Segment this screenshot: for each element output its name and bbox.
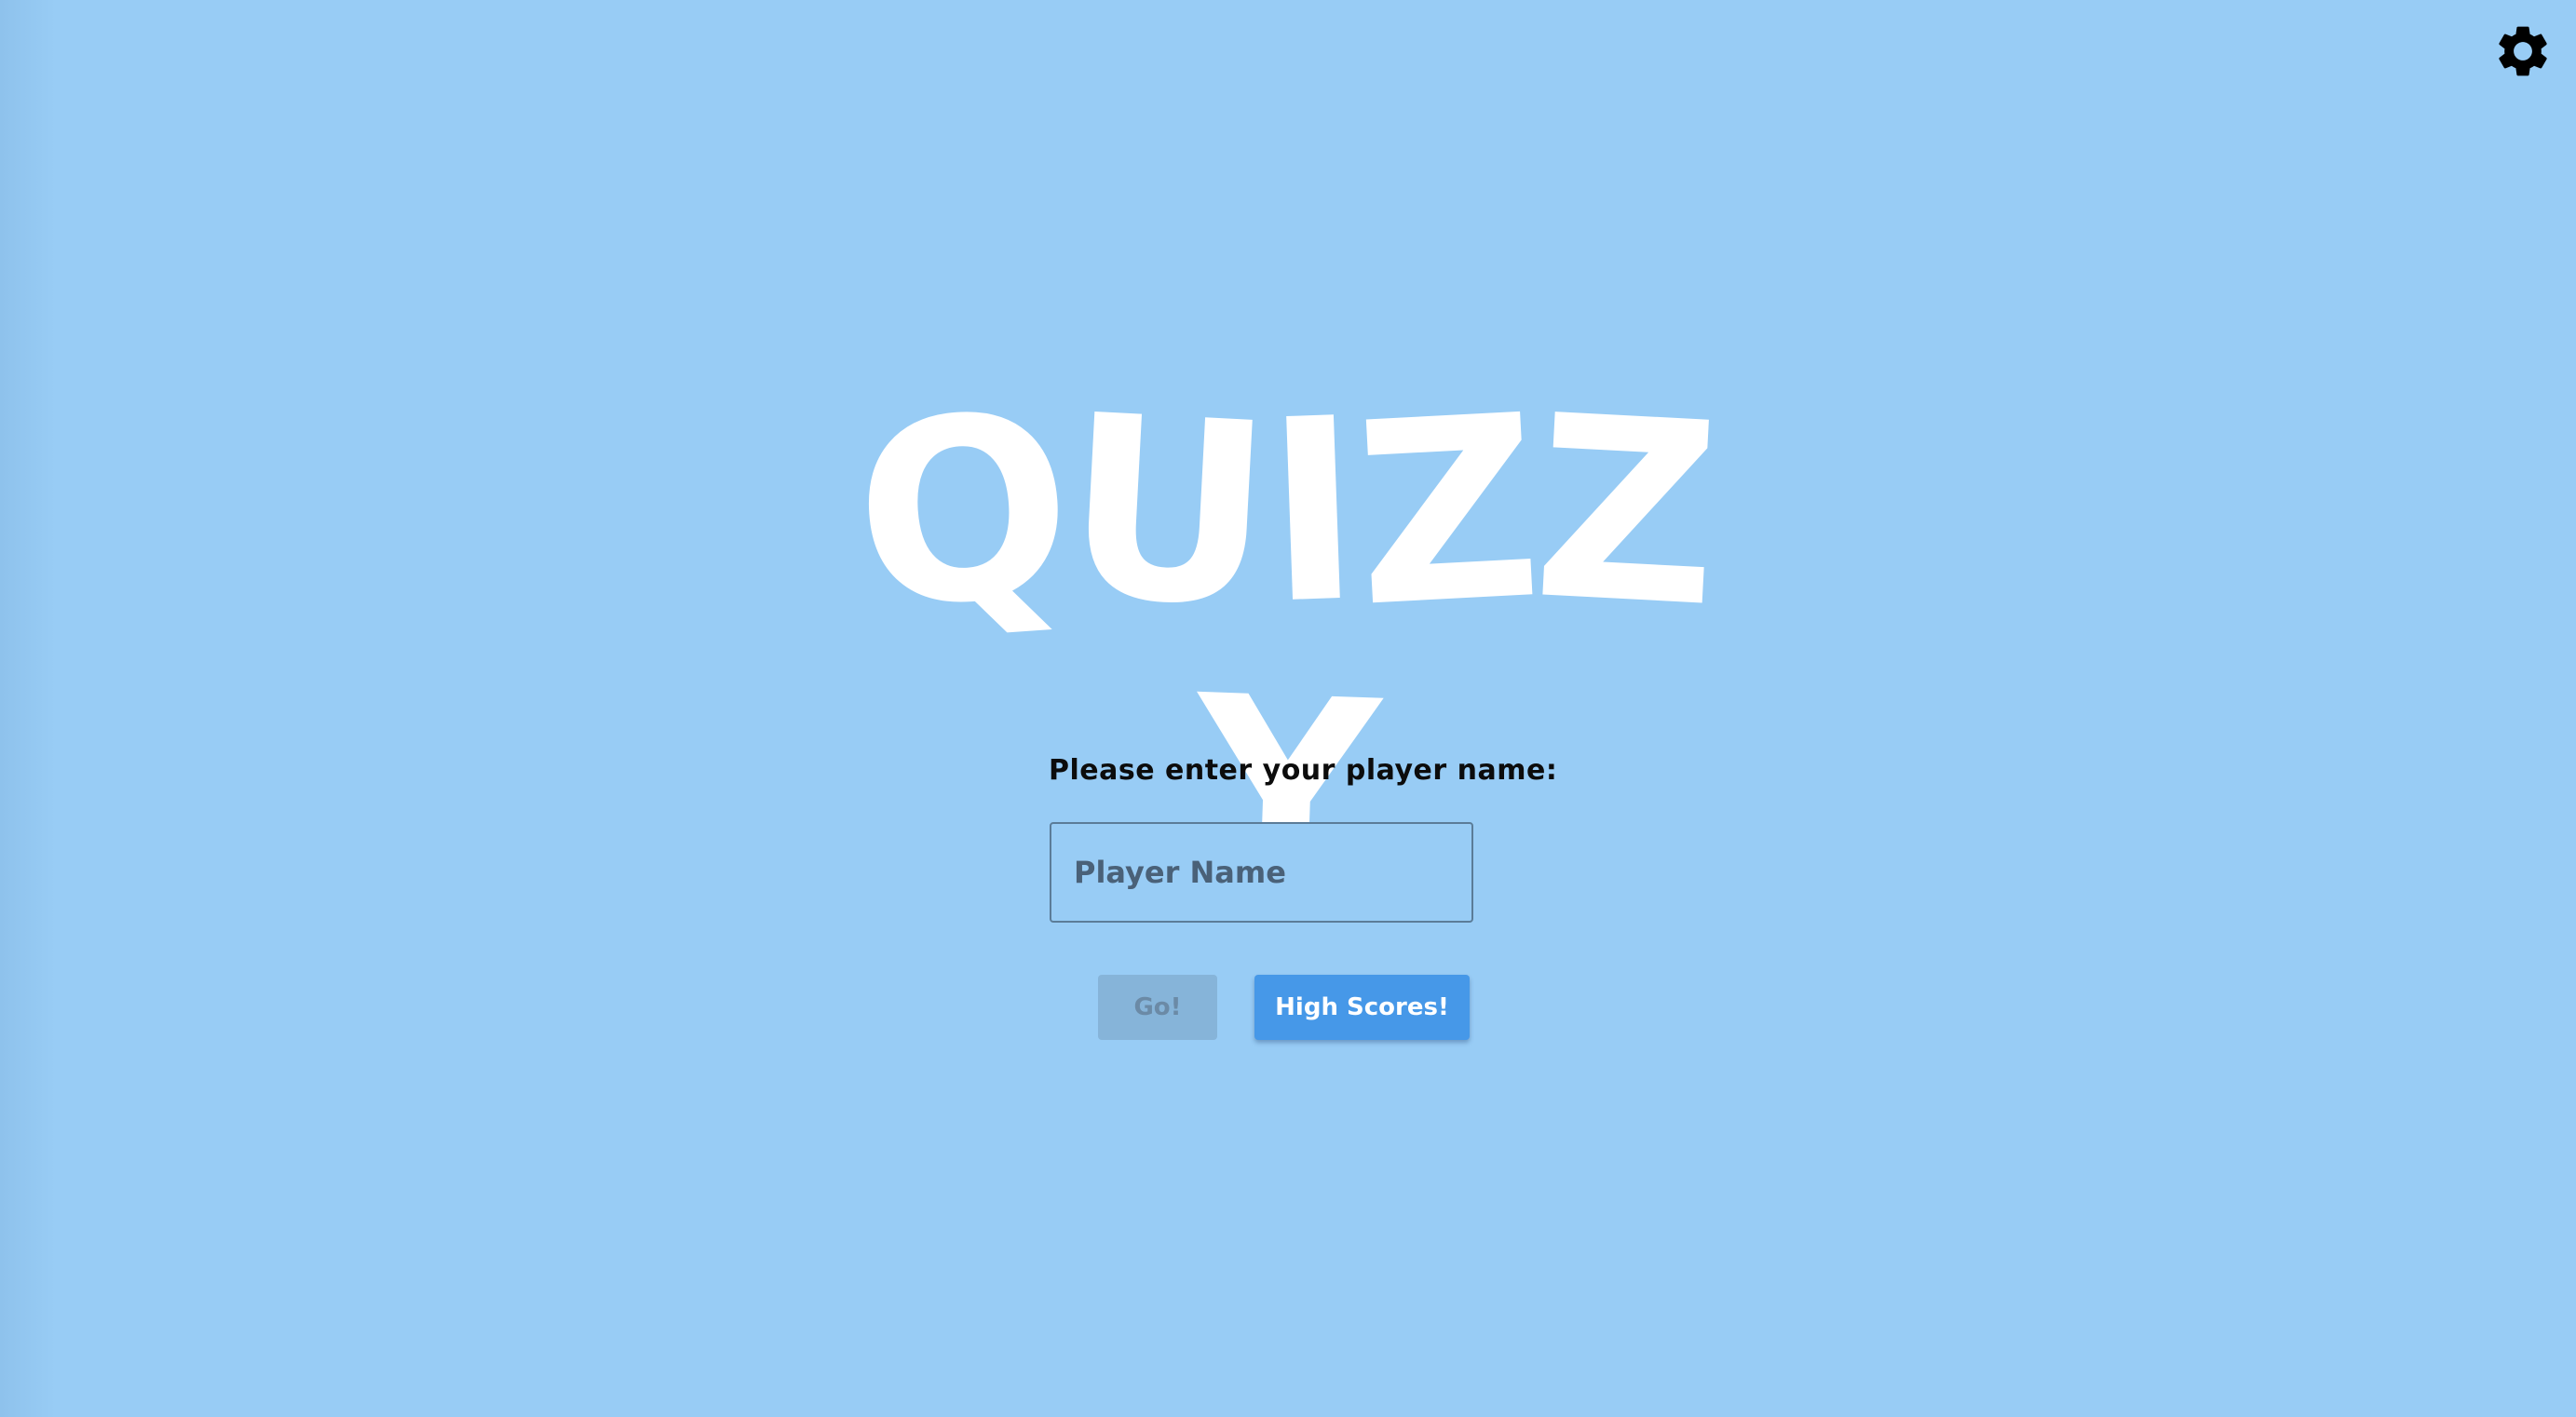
app-title-letter: Q <box>846 358 1077 666</box>
app-title-letter: Z <box>1349 360 1543 663</box>
high-scores-button[interactable]: High Scores! <box>1254 975 1470 1040</box>
app-title: QUIZZY <box>820 358 1751 941</box>
app-title-letter: I <box>1261 363 1363 660</box>
player-name-input[interactable] <box>1050 822 1473 923</box>
gear-icon <box>2499 26 2547 76</box>
player-name-prompt: Please enter your player name: <box>1049 754 1558 787</box>
go-button[interactable]: Go! <box>1098 975 1217 1040</box>
background-shade <box>0 0 56 1417</box>
app-title-letter: U <box>1059 359 1275 664</box>
app-title-letter: Z <box>1527 360 1722 663</box>
settings-button[interactable] <box>2492 20 2554 82</box>
